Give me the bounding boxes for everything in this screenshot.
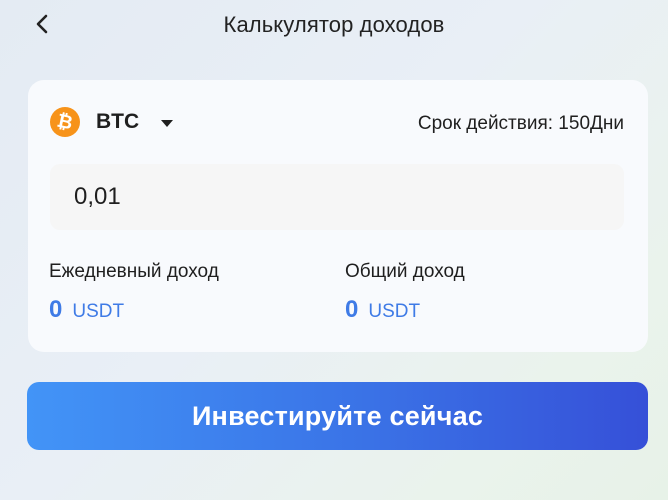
header: Калькулятор доходов (0, 0, 668, 50)
daily-income-unit: USDT (72, 301, 125, 322)
invest-now-button[interactable]: Инвестируйте сейчас (27, 382, 648, 450)
total-income: Общий доход 0 USDT (345, 260, 465, 324)
bitcoin-icon: ₿ (50, 107, 80, 137)
amount-input[interactable] (50, 164, 624, 230)
term-label: Срок действия: 150Дни (417, 113, 624, 134)
coin-name: BTC (96, 110, 140, 133)
daily-income-value: 0 (49, 296, 63, 323)
caret-down-icon[interactable] (161, 119, 174, 127)
page-title: Калькулятор доходов (223, 12, 445, 37)
calculator-card: ₿ BTC Срок действия: 150Дни Ежедневный д… (28, 80, 648, 352)
daily-income-label: Ежедневный доход (49, 261, 219, 282)
bitcoin-symbol: ₿ (55, 110, 75, 134)
total-income-value-row: 0 USDT (345, 296, 465, 324)
total-income-label: Общий доход (345, 261, 465, 282)
coin-selector[interactable]: ₿ BTC (50, 106, 174, 138)
daily-income: Ежедневный доход 0 USDT (49, 260, 219, 324)
total-income-unit: USDT (368, 301, 421, 322)
total-income-value: 0 (345, 296, 359, 323)
daily-income-value-row: 0 USDT (49, 296, 219, 324)
